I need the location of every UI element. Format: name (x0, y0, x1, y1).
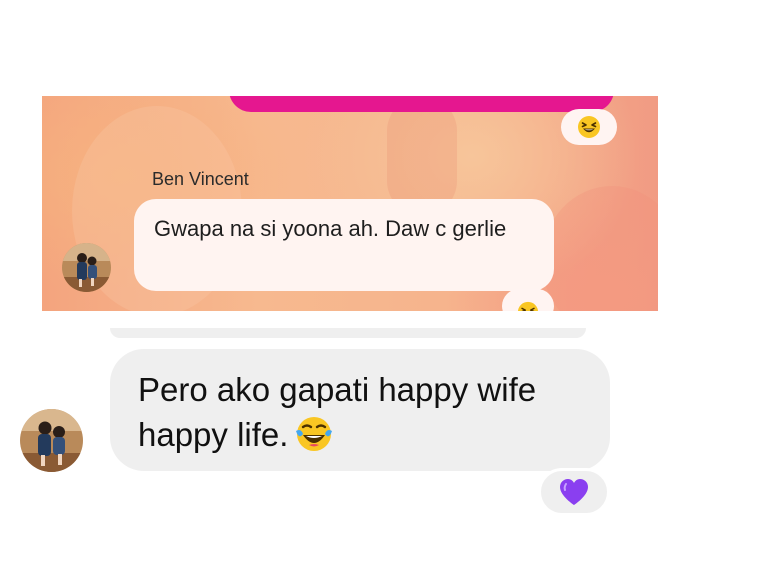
avatar[interactable] (20, 409, 83, 472)
message-reaction[interactable] (538, 468, 610, 516)
background-shape (542, 186, 658, 311)
laughing-emoji-icon (517, 301, 539, 311)
sender-name: Ben Vincent (152, 169, 249, 189)
message-bubble[interactable]: Pero ako gapati happy wife happy life. (110, 349, 610, 471)
avatar-photo (62, 243, 111, 292)
laughing-emoji-icon (578, 116, 600, 138)
message-bubble[interactable]: Gwapa na si yoona ah. Daw c gerlie (134, 199, 554, 291)
previous-message-edge (110, 328, 586, 338)
message-reaction[interactable] (561, 109, 617, 145)
background-shape (387, 96, 457, 216)
message-text: Pero ako gapati happy wife happy life. (138, 367, 582, 465)
previous-message-bubble[interactable] (229, 96, 614, 112)
message-reaction[interactable] (502, 289, 554, 311)
group-chat-screenshot: Ben Vincent Gwapa na si yoona ah. Daw c … (42, 96, 658, 311)
tears-of-joy-icon (294, 414, 334, 465)
message-text-content: Pero ako gapati happy wife happy life. (138, 371, 537, 453)
avatar-photo (20, 409, 83, 472)
purple-heart-icon (560, 479, 588, 505)
message-text: Gwapa na si yoona ah. Daw c gerlie (154, 216, 507, 241)
avatar[interactable] (62, 243, 111, 292)
chat-screenshot-page: Ben Vincent Gwapa na si yoona ah. Daw c … (0, 0, 763, 562)
